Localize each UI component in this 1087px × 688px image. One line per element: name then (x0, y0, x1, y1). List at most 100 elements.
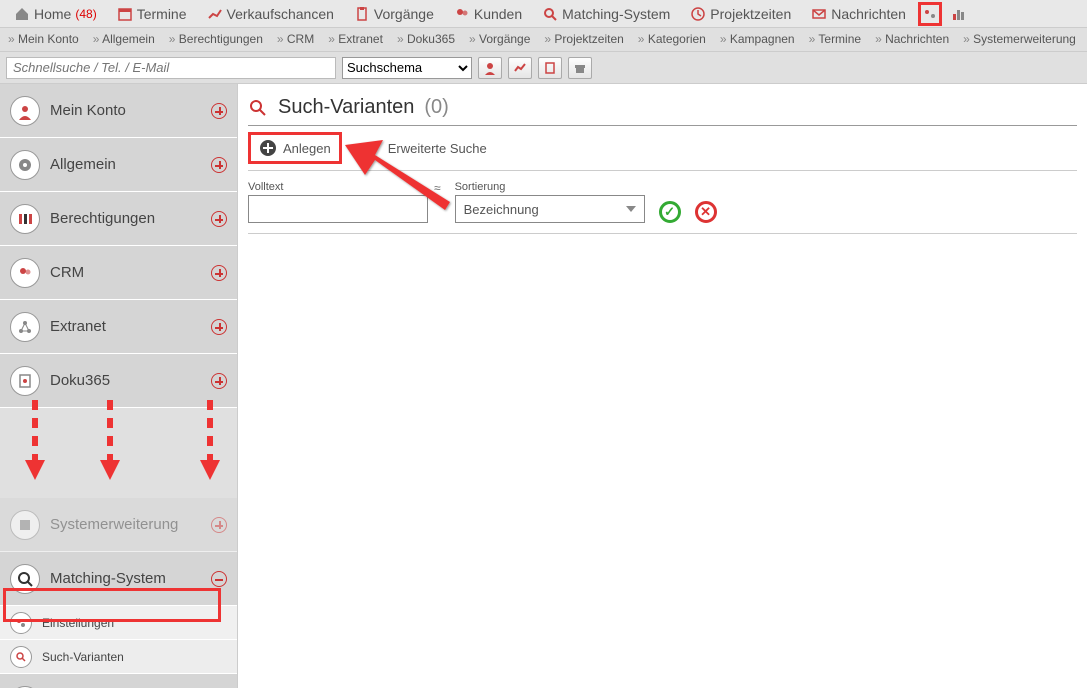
subnav-item[interactable]: Systemerweiterung (963, 32, 1076, 46)
toolbar-user-button[interactable] (478, 57, 502, 79)
nav-vorgaenge-label: Vorgänge (374, 6, 434, 22)
search-schema-select[interactable]: Suchschema (342, 57, 472, 79)
user-icon (483, 61, 497, 75)
create-button[interactable]: Anlegen (248, 132, 342, 164)
sidebar-label: Doku365 (50, 372, 211, 389)
nav-termine[interactable]: Termine (109, 2, 195, 26)
chevron-down-icon (626, 206, 636, 212)
subnav-item[interactable]: Extranet (328, 32, 383, 46)
sidebar-sublabel: Such-Varianten (42, 650, 227, 664)
fulltext-label: Volltext (248, 181, 428, 193)
fulltext-input[interactable] (248, 195, 428, 223)
nav-projektzeiten[interactable]: Projektzeiten (682, 2, 799, 26)
nav-home-badge: (48) (75, 7, 96, 21)
subnav-item[interactable]: Mein Konto (8, 32, 79, 46)
chart-icon (207, 6, 223, 22)
gear-icon (10, 150, 40, 180)
content-header: Such-Varianten (0) (248, 90, 1077, 126)
sidebar-item-systemerweiterung[interactable]: Systemerweiterung (0, 498, 237, 552)
subnav-item[interactable]: Nachrichten (875, 32, 949, 46)
plus-circle-icon (259, 139, 277, 157)
chart-icon (513, 61, 527, 75)
calendar-icon (117, 6, 133, 22)
toolbar-clipboard-button[interactable] (538, 57, 562, 79)
subnav-item[interactable]: Vorgänge (469, 32, 530, 46)
content-area: Such-Varianten (0) Anlegen Erweiterte Su… (238, 84, 1087, 688)
content-title: Such-Varianten (278, 96, 414, 119)
nav-stats-button[interactable] (946, 2, 970, 26)
sidebar-label: Mein Konto (50, 102, 211, 119)
sidebar-label: Allgemein (50, 156, 211, 173)
plugin-icon (10, 510, 40, 540)
subnav-item[interactable]: Doku365 (397, 32, 455, 46)
sidebar-item-berechtigungen[interactable]: Berechtigungen (0, 192, 237, 246)
filter-row: Volltext ≈ Sortierung Bezeichnung ✓ ✕ (248, 171, 1077, 234)
sidebar-item-mein-konto[interactable]: Mein Konto (0, 84, 237, 138)
users-icon (10, 258, 40, 288)
nav-nachrichten-label: Nachrichten (831, 6, 906, 22)
clipboard-icon (543, 61, 557, 75)
clear-filter-button[interactable]: ✕ (695, 201, 717, 223)
toolbar-chart-button[interactable] (508, 57, 532, 79)
apply-filter-button[interactable]: ✓ (659, 201, 681, 223)
subnav-item[interactable]: Kampagnen (720, 32, 795, 46)
advanced-search-button[interactable]: Erweiterte Suche (358, 136, 495, 160)
bars-icon (950, 6, 966, 22)
subnav-item[interactable]: CRM (277, 32, 314, 46)
nav-nachrichten[interactable]: Nachrichten (803, 2, 914, 26)
subnav-item[interactable]: Kategorien (638, 32, 706, 46)
subnav-item[interactable]: Termine (809, 32, 861, 46)
archive-icon (573, 61, 587, 75)
sidebar-item-doku365[interactable]: Doku365 (0, 354, 237, 408)
expand-icon[interactable] (211, 319, 227, 335)
nav-home[interactable]: Home (48) (6, 2, 105, 26)
sub-navigation: Mein Konto Allgemein Berechtigungen CRM … (0, 28, 1087, 52)
nav-vorgaenge[interactable]: Vorgänge (346, 2, 442, 26)
subnav-item[interactable]: Allgemein (93, 32, 155, 46)
subnav-item[interactable]: Berechtigungen (169, 32, 263, 46)
sidebar-subitem-such-varianten[interactable]: Such-Varianten (0, 640, 237, 674)
sidebar-item-matching-system[interactable]: Matching-System (0, 552, 237, 606)
nav-projektzeiten-label: Projektzeiten (710, 6, 791, 22)
subnav-item[interactable]: Projektzeiten (544, 32, 623, 46)
network-icon (10, 312, 40, 342)
action-row: Anlegen Erweiterte Suche (248, 126, 1077, 171)
search-icon (248, 98, 268, 118)
mail-icon (811, 6, 827, 22)
filter-icon (366, 140, 382, 156)
sidebar-item-extranet[interactable]: Extranet (0, 300, 237, 354)
sidebar-item-filedrive[interactable]: FileDrive (0, 674, 237, 688)
nav-verkaufschancen[interactable]: Verkaufschancen (199, 2, 342, 26)
nav-verkaufschancen-label: Verkaufschancen (227, 6, 334, 22)
sidebar: Mein Konto Allgemein Berechtigungen CRM … (0, 84, 238, 688)
nav-matching[interactable]: Matching-System (534, 2, 678, 26)
nav-home-label: Home (34, 6, 71, 22)
sliders-icon (922, 8, 938, 20)
expand-icon[interactable] (211, 265, 227, 281)
sidebar-label: CRM (50, 264, 211, 281)
expand-icon[interactable] (211, 103, 227, 119)
sort-select[interactable]: Bezeichnung (455, 195, 645, 223)
sidebar-subitem-einstellungen[interactable]: Einstellungen (0, 606, 237, 640)
expand-icon[interactable] (211, 157, 227, 173)
quicksearch-input[interactable] (6, 57, 336, 79)
home-icon (14, 6, 30, 22)
search-icon (542, 6, 558, 22)
permissions-icon (10, 204, 40, 234)
expand-icon[interactable] (211, 373, 227, 389)
collapse-icon[interactable] (211, 571, 227, 587)
nav-settings-button[interactable] (918, 2, 942, 26)
nav-kunden[interactable]: Kunden (446, 2, 530, 26)
expand-icon[interactable] (211, 211, 227, 227)
sort-label: Sortierung (455, 181, 645, 193)
sidebar-item-crm[interactable]: CRM (0, 246, 237, 300)
expand-icon[interactable] (211, 517, 227, 533)
search-icon (10, 646, 32, 668)
clipboard-icon (354, 6, 370, 22)
toolbar-archive-button[interactable] (568, 57, 592, 79)
user-icon (10, 96, 40, 126)
settings-icon (10, 612, 32, 634)
nav-kunden-label: Kunden (474, 6, 522, 22)
sidebar-item-allgemein[interactable]: Allgemein (0, 138, 237, 192)
advanced-label: Erweiterte Suche (388, 141, 487, 156)
